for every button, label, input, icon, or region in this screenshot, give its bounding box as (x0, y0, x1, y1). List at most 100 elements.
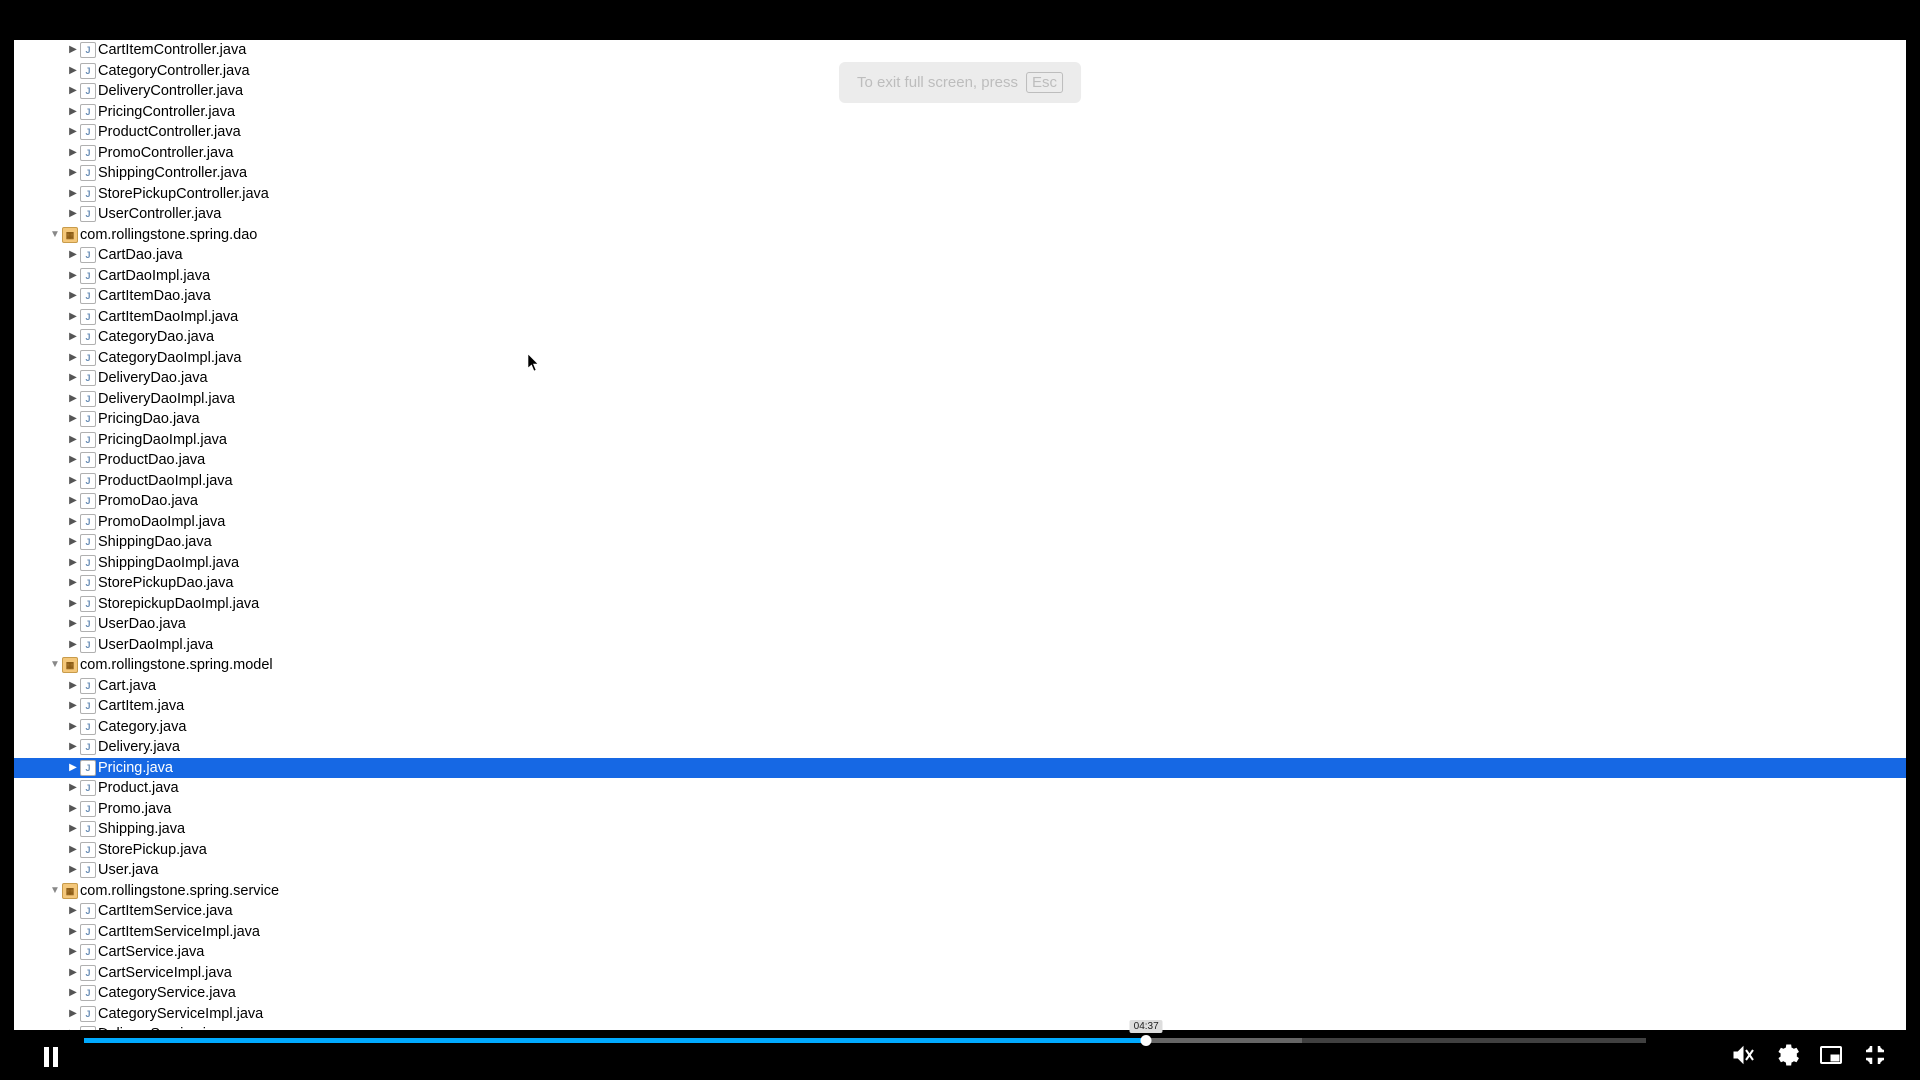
expand-arrow-icon[interactable]: ▶ (68, 286, 78, 307)
expand-arrow-icon[interactable]: ▶ (68, 143, 78, 164)
tree-file-item[interactable]: ▶JDelivery.java (14, 737, 1906, 758)
tree-file-item[interactable]: ▶JStorePickupController.java (14, 184, 1906, 205)
expand-arrow-icon[interactable]: ▶ (68, 348, 78, 369)
mute-button[interactable] (1730, 1042, 1756, 1068)
progress-handle[interactable] (1141, 1035, 1152, 1046)
settings-button[interactable] (1774, 1042, 1800, 1068)
expand-arrow-icon[interactable]: ▶ (68, 368, 78, 389)
expand-arrow-icon[interactable]: ▶ (68, 61, 78, 82)
tree-file-item[interactable]: ▶JCartItemServiceImpl.java (14, 922, 1906, 943)
expand-arrow-icon[interactable]: ▶ (68, 409, 78, 430)
tree-file-item[interactable]: ▶JCategoryDao.java (14, 327, 1906, 348)
expand-arrow-icon[interactable]: ▶ (68, 594, 78, 615)
expand-arrow-icon[interactable]: ▶ (68, 758, 78, 779)
tree-file-item[interactable]: ▶JCategoryService.java (14, 983, 1906, 1004)
tree-file-item[interactable]: ▶JCartDao.java (14, 245, 1906, 266)
tree-file-item[interactable]: ▶JProductController.java (14, 122, 1906, 143)
expand-arrow-icon[interactable]: ▶ (68, 266, 78, 287)
tree-file-item[interactable]: ▶JCartItemDaoImpl.java (14, 307, 1906, 328)
tree-package-item[interactable]: ▼▦com.rollingstone.spring.dao (14, 225, 1906, 246)
tree-file-item[interactable]: ▶JUserController.java (14, 204, 1906, 225)
tree-file-item[interactable]: ▶JShippingController.java (14, 163, 1906, 184)
tree-file-item[interactable]: ▶JCartDaoImpl.java (14, 266, 1906, 287)
tree-file-item[interactable]: ▶JStorepickupDaoImpl.java (14, 594, 1906, 615)
tree-file-item[interactable]: ▶JShippingDaoImpl.java (14, 553, 1906, 574)
collapse-arrow-icon[interactable]: ▼ (50, 655, 60, 676)
pause-button[interactable] (36, 1042, 66, 1072)
expand-arrow-icon[interactable]: ▶ (68, 204, 78, 225)
collapse-arrow-icon[interactable]: ▼ (50, 881, 60, 902)
tree-file-item[interactable]: ▶JShipping.java (14, 819, 1906, 840)
expand-arrow-icon[interactable]: ▶ (68, 122, 78, 143)
expand-arrow-icon[interactable]: ▶ (68, 245, 78, 266)
expand-arrow-icon[interactable]: ▶ (68, 983, 78, 1004)
tree-file-item[interactable]: ▶JUserDao.java (14, 614, 1906, 635)
expand-arrow-icon[interactable]: ▶ (68, 901, 78, 922)
expand-arrow-icon[interactable]: ▶ (68, 635, 78, 656)
expand-arrow-icon[interactable]: ▶ (68, 553, 78, 574)
expand-arrow-icon[interactable]: ▶ (68, 737, 78, 758)
pip-button[interactable] (1818, 1042, 1844, 1068)
expand-arrow-icon[interactable]: ▶ (68, 799, 78, 820)
tree-file-item[interactable]: ▶JCartItemDao.java (14, 286, 1906, 307)
tree-file-item[interactable]: ▶JProductDao.java (14, 450, 1906, 471)
expand-arrow-icon[interactable]: ▶ (68, 327, 78, 348)
expand-arrow-icon[interactable]: ▶ (68, 922, 78, 943)
tree-file-item[interactable]: ▶JCartServiceImpl.java (14, 963, 1906, 984)
expand-arrow-icon[interactable]: ▶ (68, 696, 78, 717)
tree-file-item[interactable]: ▶JPricingDao.java (14, 409, 1906, 430)
exit-fullscreen-button[interactable] (1862, 1042, 1888, 1068)
tree-package-item[interactable]: ▼▦com.rollingstone.spring.model (14, 655, 1906, 676)
expand-arrow-icon[interactable]: ▶ (68, 471, 78, 492)
expand-arrow-icon[interactable]: ▶ (68, 840, 78, 861)
expand-arrow-icon[interactable]: ▶ (68, 963, 78, 984)
tree-file-item[interactable]: ▶JCartItemService.java (14, 901, 1906, 922)
tree-file-item[interactable]: ▶JPromoDao.java (14, 491, 1906, 512)
expand-arrow-icon[interactable]: ▶ (68, 307, 78, 328)
expand-arrow-icon[interactable]: ▶ (68, 491, 78, 512)
tree-file-item[interactable]: ▶JUser.java (14, 860, 1906, 881)
expand-arrow-icon[interactable]: ▶ (68, 450, 78, 471)
expand-arrow-icon[interactable]: ▶ (68, 778, 78, 799)
expand-arrow-icon[interactable]: ▶ (68, 573, 78, 594)
tree-file-item[interactable]: ▶JPricingDaoImpl.java (14, 430, 1906, 451)
expand-arrow-icon[interactable]: ▶ (68, 676, 78, 697)
expand-arrow-icon[interactable]: ▶ (68, 614, 78, 635)
tree-file-item[interactable]: ▶JCartService.java (14, 942, 1906, 963)
tree-package-item[interactable]: ▼▦com.rollingstone.spring.service (14, 881, 1906, 902)
tree-file-item[interactable]: ▶JDeliveryDao.java (14, 368, 1906, 389)
tree-file-item[interactable]: ▶JStorePickup.java (14, 840, 1906, 861)
expand-arrow-icon[interactable]: ▶ (68, 184, 78, 205)
tree-file-item[interactable]: ▶JPromo.java (14, 799, 1906, 820)
expand-arrow-icon[interactable]: ▶ (68, 1004, 78, 1025)
expand-arrow-icon[interactable]: ▶ (68, 942, 78, 963)
expand-arrow-icon[interactable]: ▶ (68, 717, 78, 738)
tree-file-item[interactable]: ▶JCartItemController.java (14, 40, 1906, 61)
collapse-arrow-icon[interactable]: ▼ (50, 225, 60, 246)
expand-arrow-icon[interactable]: ▶ (68, 512, 78, 533)
progress-track[interactable]: 04:37 (84, 1038, 1646, 1043)
tree-file-item[interactable]: ▶JStorePickupDao.java (14, 573, 1906, 594)
expand-arrow-icon[interactable]: ▶ (68, 81, 78, 102)
tree-file-item[interactable]: ▶JDeliveryDaoImpl.java (14, 389, 1906, 410)
tree-file-item[interactable]: ▶JPricing.java (14, 758, 1906, 779)
expand-arrow-icon[interactable]: ▶ (68, 389, 78, 410)
expand-arrow-icon[interactable]: ▶ (68, 860, 78, 881)
expand-arrow-icon[interactable]: ▶ (68, 40, 78, 61)
expand-arrow-icon[interactable]: ▶ (68, 102, 78, 123)
expand-arrow-icon[interactable]: ▶ (68, 430, 78, 451)
tree-file-item[interactable]: ▶JCart.java (14, 676, 1906, 697)
tree-file-item[interactable]: ▶JPricingController.java (14, 102, 1906, 123)
ide-project-explorer[interactable]: ▶JCartItemController.java▶JCategoryContr… (14, 40, 1906, 1030)
tree-file-item[interactable]: ▶JCategoryDaoImpl.java (14, 348, 1906, 369)
tree-file-item[interactable]: ▶JCartItem.java (14, 696, 1906, 717)
expand-arrow-icon[interactable]: ▶ (68, 163, 78, 184)
tree-file-item[interactable]: ▶JPromoController.java (14, 143, 1906, 164)
tree-file-item[interactable]: ▶JShippingDao.java (14, 532, 1906, 553)
tree-file-item[interactable]: ▶JCategory.java (14, 717, 1906, 738)
tree-file-item[interactable]: ▶JPromoDaoImpl.java (14, 512, 1906, 533)
expand-arrow-icon[interactable]: ▶ (68, 532, 78, 553)
tree-file-item[interactable]: ▶JProduct.java (14, 778, 1906, 799)
tree-file-item[interactable]: ▶JCategoryServiceImpl.java (14, 1004, 1906, 1025)
expand-arrow-icon[interactable]: ▶ (68, 819, 78, 840)
